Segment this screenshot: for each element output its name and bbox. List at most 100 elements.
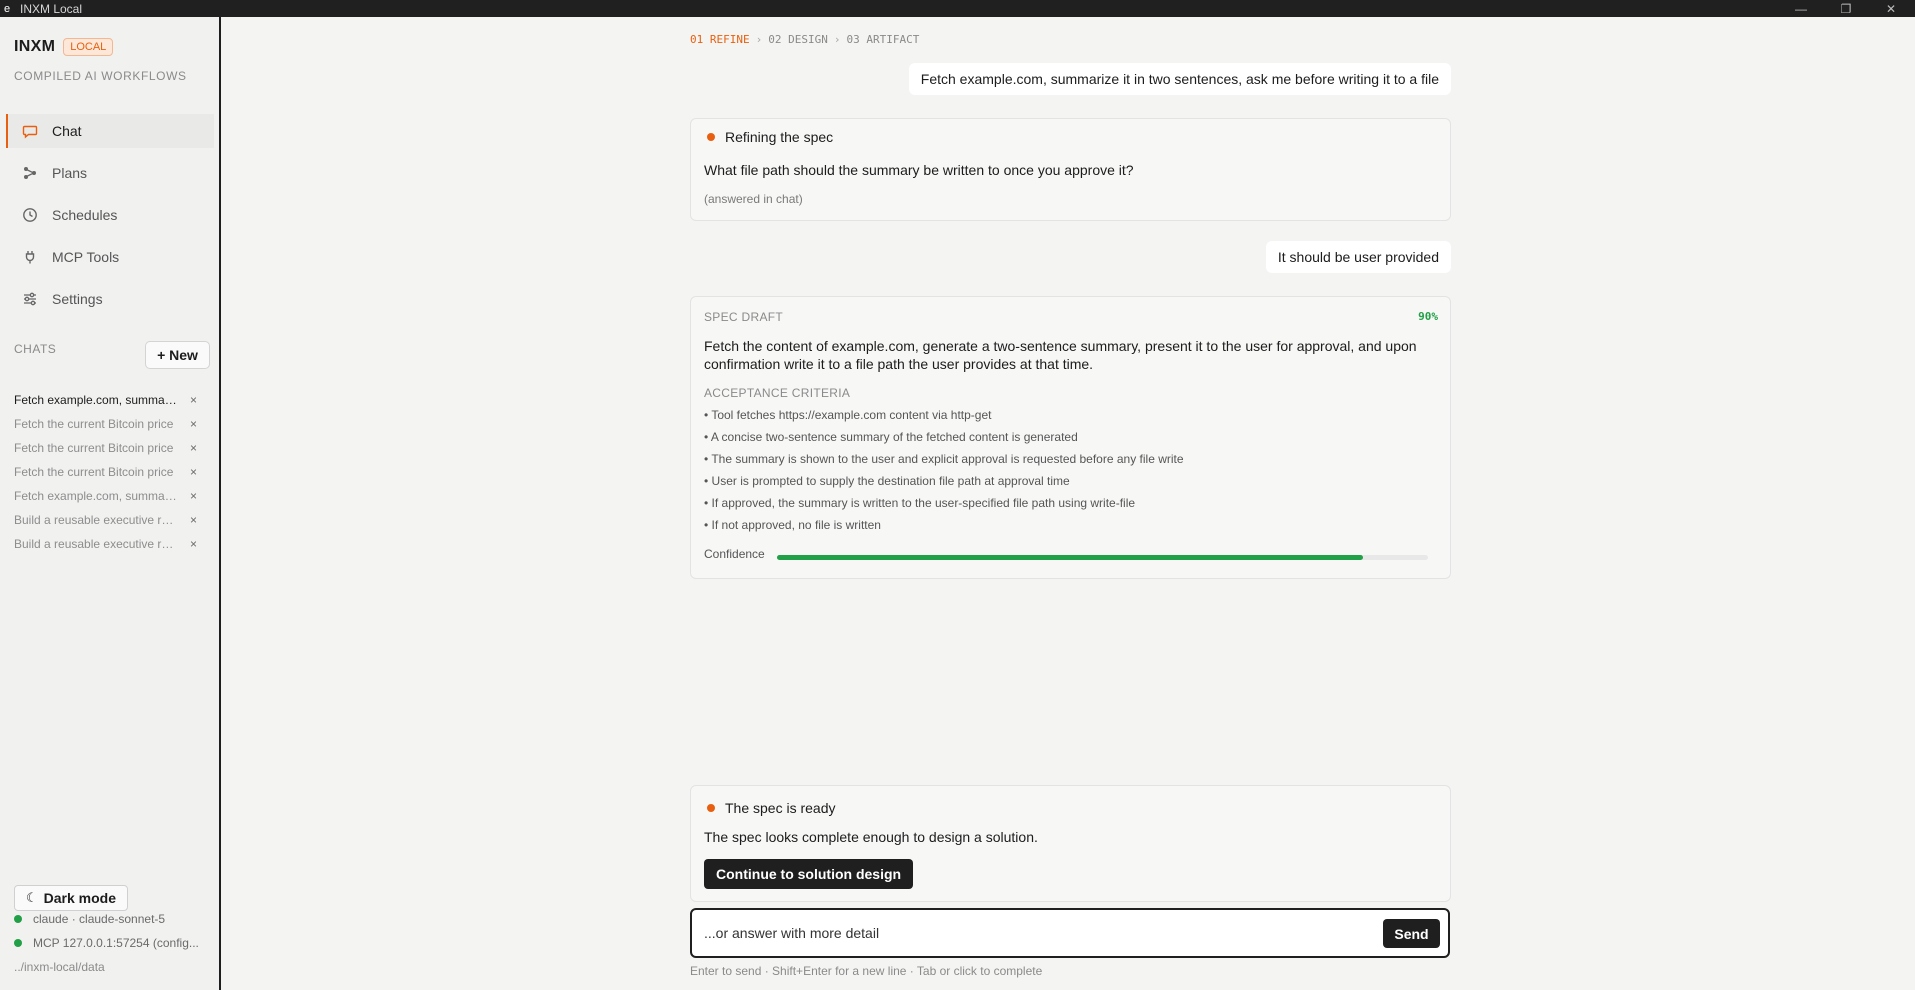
- local-badge: LOCAL: [63, 38, 114, 56]
- sidebar-item-label: Settings: [52, 291, 103, 307]
- step-separator: ›: [833, 33, 841, 46]
- sidebar-item-chat[interactable]: Chat: [6, 114, 214, 148]
- brand-name: INXM: [14, 38, 56, 55]
- criteria-item: • A concise two-sentence summary of the …: [704, 430, 1078, 444]
- mcp-status: MCP 127.0.0.1:57254 (config...: [14, 936, 199, 950]
- clock-icon: [22, 207, 38, 223]
- sidebar-item-mcp-tools[interactable]: MCP Tools: [6, 240, 214, 274]
- close-icon[interactable]: ×: [190, 393, 197, 407]
- chat-title: Fetch example.com, summarize it in two s…: [14, 393, 180, 407]
- close-icon[interactable]: ×: [190, 489, 197, 503]
- plans-graph-icon: [22, 165, 38, 181]
- continue-design-button[interactable]: Continue to solution design: [704, 859, 914, 889]
- status-dot: [14, 915, 22, 923]
- sidebar-item-schedules[interactable]: Schedules: [6, 198, 214, 232]
- minimize-icon[interactable]: —: [1779, 0, 1823, 17]
- spec-ready-card: The spec is ready The spec looks complet…: [690, 785, 1451, 902]
- brand-subtitle: COMPILED AI WORKFLOWS: [14, 69, 187, 83]
- spec-summary: Fetch the content of example.com, genera…: [704, 338, 1417, 372]
- model-status-label: claude · claude-sonnet-5: [33, 912, 166, 926]
- sidebar: INXM LOCAL COMPILED AI WORKFLOWS Chat Pl…: [0, 17, 221, 990]
- ready-card-text: The spec looks complete enough to design…: [704, 829, 1038, 845]
- status-dot: [14, 939, 22, 947]
- sidebar-item-label: Schedules: [52, 207, 118, 223]
- message-composer: Send: [690, 908, 1450, 958]
- step-refine[interactable]: 01 REFINE: [690, 33, 750, 46]
- sidebar-nav: Chat Plans Schedules MCP Tools Settings: [6, 114, 214, 324]
- close-icon[interactable]: ×: [190, 513, 197, 527]
- spec-draft-label: SPEC DRAFT: [704, 310, 784, 324]
- window-title: INXM Local: [20, 1, 83, 16]
- window-titlebar: e INXM Local — ❐ ✕: [0, 0, 1915, 17]
- dark-mode-label: Dark mode: [43, 890, 116, 906]
- criteria-item: • If not approved, no file is written: [704, 518, 881, 532]
- sidebar-item-plans[interactable]: Plans: [6, 156, 214, 190]
- app-icon: e: [4, 2, 11, 15]
- status-dot: [707, 133, 715, 141]
- close-icon[interactable]: ×: [190, 417, 197, 431]
- chat-list-item[interactable]: Fetch the current Bitcoin price ×: [14, 460, 214, 484]
- sidebar-item-settings[interactable]: Settings: [6, 282, 214, 316]
- close-icon[interactable]: ×: [190, 465, 197, 479]
- spec-percent: 90%: [1418, 310, 1438, 323]
- refine-question: What file path should the summary be wri…: [704, 162, 1134, 178]
- chat-list-item[interactable]: Build a reusable executive report ×: [14, 508, 214, 532]
- sidebar-item-label: Plans: [52, 165, 88, 181]
- message-input[interactable]: [704, 920, 1354, 946]
- acceptance-criteria-list: • Tool fetches https://example.com conte…: [704, 404, 1434, 536]
- new-chat-button[interactable]: + New: [145, 341, 210, 369]
- confidence-bar: [777, 555, 1428, 560]
- main-panel: 01 REFINE › 02 DESIGN › 03 ARTIFACT Fetch ex…: [223, 17, 1915, 990]
- ready-card-header: The spec is ready: [707, 800, 836, 816]
- refine-note: (answered in chat): [704, 192, 803, 206]
- close-icon[interactable]: ×: [190, 537, 197, 551]
- data-path: ../inxm-local/data: [14, 960, 105, 974]
- input-hint: Enter to send · Shift+Enter for a new li…: [690, 964, 1043, 978]
- chat-title: Fetch the current Bitcoin price: [14, 465, 174, 479]
- model-status: claude · claude-sonnet-5: [14, 912, 165, 926]
- dark-mode-button[interactable]: ☾ Dark mode: [14, 885, 128, 911]
- mcp-status-label: MCP 127.0.0.1:57254 (config...: [33, 936, 199, 950]
- send-button[interactable]: Send: [1383, 919, 1440, 948]
- chat-title: Fetch the current Bitcoin price: [14, 441, 174, 455]
- sliders-icon: [22, 291, 38, 307]
- confidence-bar-fill: [777, 555, 1363, 560]
- moon-icon: ☾: [25, 890, 38, 905]
- chat-title: Build a reusable executive report: [14, 537, 180, 551]
- criteria-item: • If approved, the summary is written to…: [704, 496, 1136, 510]
- sidebar-item-label: Chat: [52, 123, 82, 139]
- refine-card-title: Refining the spec: [725, 129, 834, 145]
- chat-list-item[interactable]: Fetch the current Bitcoin price ×: [14, 412, 214, 436]
- chat-title: Fetch example.com, summarize it in two s…: [14, 489, 180, 503]
- spec-draft-card: SPEC DRAFT 90% Fetch the content of exam…: [690, 296, 1451, 579]
- step-design[interactable]: 02 DESIGN: [768, 33, 828, 46]
- chat-title: Build a reusable executive report: [14, 513, 180, 527]
- confidence-label: Confidence: [704, 547, 765, 561]
- criteria-item: • User is prompted to supply the destina…: [704, 474, 1070, 488]
- close-icon[interactable]: ✕: [1869, 0, 1913, 17]
- chat-list-item[interactable]: Fetch example.com, summarize it in two s…: [14, 484, 214, 508]
- plug-icon: [22, 249, 38, 265]
- refine-card-header: Refining the spec: [707, 129, 833, 145]
- step-breadcrumb: 01 REFINE › 02 DESIGN › 03 ARTIFACT: [690, 33, 919, 46]
- chat-list-item[interactable]: Fetch the current Bitcoin price ×: [14, 436, 214, 460]
- chats-heading: CHATS: [14, 342, 57, 356]
- criteria-item: • The summary is shown to the user and e…: [704, 452, 1184, 466]
- step-artifact[interactable]: 03 ARTIFACT: [846, 33, 919, 46]
- sidebar-item-label: MCP Tools: [52, 249, 120, 265]
- step-separator: ›: [755, 33, 763, 46]
- status-dot: [707, 804, 715, 812]
- refine-card: Refining the spec What file path should …: [690, 118, 1451, 221]
- chat-title: Fetch the current Bitcoin price: [14, 417, 174, 431]
- chat-bubble-icon: [22, 123, 38, 139]
- brand: INXM LOCAL: [14, 38, 114, 56]
- close-icon[interactable]: ×: [190, 441, 197, 455]
- ready-card-title: The spec is ready: [725, 800, 836, 816]
- user-message: Fetch example.com, summarize it in two s…: [908, 63, 1451, 95]
- chat-list-item[interactable]: Build a reusable executive report ×: [14, 532, 214, 556]
- user-message: It should be user provided: [1265, 241, 1451, 273]
- chat-list-item[interactable]: Fetch example.com, summarize it in two s…: [14, 388, 214, 412]
- criteria-item: • Tool fetches https://example.com conte…: [704, 408, 992, 422]
- restore-icon[interactable]: ❐: [1824, 0, 1868, 17]
- acceptance-criteria-label: ACCEPTANCE CRITERIA: [704, 386, 851, 400]
